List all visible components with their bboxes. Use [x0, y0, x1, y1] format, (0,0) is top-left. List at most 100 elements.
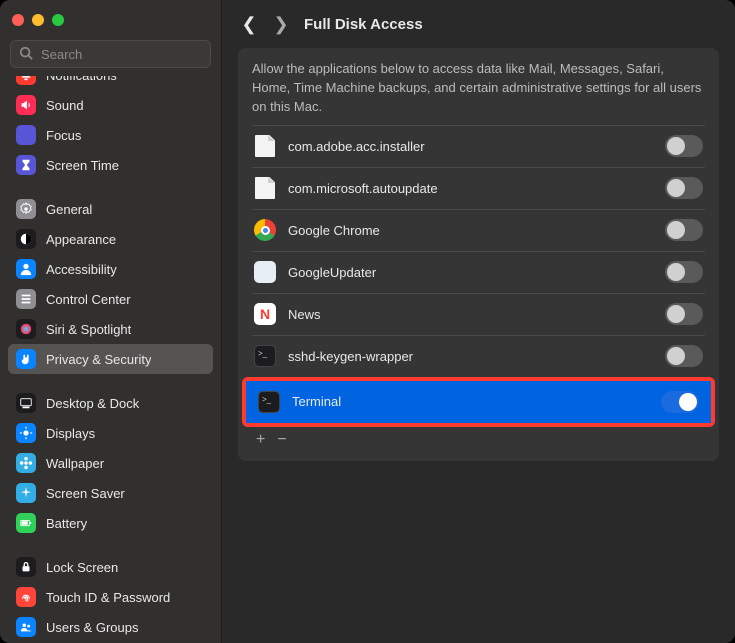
people-icon	[16, 617, 36, 637]
settings-window: Notifications Sound Focus Screen Time Genera…	[0, 0, 735, 643]
sliders-icon	[16, 289, 36, 309]
sidebar-item-battery[interactable]: Battery	[8, 508, 213, 538]
panel-description: Allow the applications below to access d…	[252, 60, 705, 125]
add-app-button[interactable]: +	[256, 431, 265, 449]
hand-icon	[16, 349, 36, 369]
sidebar-item-accessibility[interactable]: Accessibility	[8, 254, 213, 284]
sidebar-item-label: Control Center	[46, 292, 131, 307]
sidebar-item-siri[interactable]: Siri & Spotlight	[8, 314, 213, 344]
sidebar-item-label: Privacy & Security	[46, 352, 151, 367]
app-label: com.microsoft.autoupdate	[288, 181, 653, 196]
app-label: Terminal	[292, 394, 649, 409]
toggle-msupdate[interactable]	[665, 177, 703, 199]
app-row-news[interactable]: NNews	[252, 293, 705, 335]
app-label: com.adobe.acc.installer	[288, 139, 653, 154]
sidebar-item-label: Users & Groups	[46, 620, 138, 635]
sidebar-item-wallpaper[interactable]: Wallpaper	[8, 448, 213, 478]
gear-icon	[16, 199, 36, 219]
app-row-chrome[interactable]: Google Chrome	[252, 209, 705, 251]
sidebar-item-appearance[interactable]: Appearance	[8, 224, 213, 254]
sidebar-item-label: Sound	[46, 98, 84, 113]
window-close-button[interactable]	[12, 14, 24, 26]
nav-forward-button[interactable]: ❯	[272, 14, 290, 35]
sidebar-item-label: Focus	[46, 128, 81, 143]
sidebar-item-label: Displays	[46, 426, 95, 441]
toggle-chrome[interactable]	[665, 219, 703, 241]
app-row-terminal[interactable]: >_ Terminal	[246, 381, 711, 423]
app-label: sshd-keygen-wrapper	[288, 349, 653, 364]
toggle-gupdater[interactable]	[665, 261, 703, 283]
sidebar-separator	[8, 180, 213, 194]
sidebar-item-label: Screen Saver	[46, 486, 125, 501]
sidebar-separator	[8, 374, 213, 388]
sidebar-item-screentime[interactable]: Screen Time	[8, 150, 213, 180]
terminal-icon: >_	[258, 391, 280, 413]
lock-icon	[16, 557, 36, 577]
toggle-terminal[interactable]	[661, 391, 699, 413]
doc-icon	[254, 177, 276, 199]
sidebar-item-touchid[interactable]: Touch ID & Password	[8, 582, 213, 612]
hourglass-icon	[16, 155, 36, 175]
search-input[interactable]	[39, 46, 219, 63]
moon-icon	[16, 125, 36, 145]
app-row-sshd[interactable]: >_ sshd-keygen-wrapper	[252, 335, 705, 377]
sparkle-icon	[16, 483, 36, 503]
sidebar-item-lockscreen[interactable]: Lock Screen	[8, 552, 213, 582]
sidebar-item-label: Battery	[46, 516, 87, 531]
sidebar-item-screensaver[interactable]: Screen Saver	[8, 478, 213, 508]
nav-back-button[interactable]: ❮	[240, 14, 258, 35]
sidebar-item-label: Notifications	[46, 76, 117, 83]
toggle-adobe[interactable]	[665, 135, 703, 157]
app-label: Google Chrome	[288, 223, 653, 238]
sidebar-item-displays[interactable]: Displays	[8, 418, 213, 448]
sidebar-item-label: Screen Time	[46, 158, 119, 173]
sidebar-item-users[interactable]: Users & Groups	[8, 612, 213, 642]
app-label: News	[288, 307, 653, 322]
doc-icon	[254, 135, 276, 157]
sidebar-item-label: Desktop & Dock	[46, 396, 139, 411]
sidebar-item-label: Accessibility	[46, 262, 117, 277]
person-icon	[16, 259, 36, 279]
app-row-gupdater[interactable]: GoogleUpdater	[252, 251, 705, 293]
sidebar-item-general[interactable]: General	[8, 194, 213, 224]
sidebar-item-label: Wallpaper	[46, 456, 104, 471]
sidebar-separator	[8, 538, 213, 552]
sidebar-item-controlcenter[interactable]: Control Center	[8, 284, 213, 314]
sidebar-item-sound[interactable]: Sound	[8, 90, 213, 120]
toggle-sshd[interactable]	[665, 345, 703, 367]
header: ❮ ❯ Full Disk Access	[222, 0, 735, 48]
bell-icon	[16, 76, 36, 85]
sidebar-item-label: Siri & Spotlight	[46, 322, 131, 337]
remove-app-button[interactable]: −	[277, 431, 286, 449]
sidebar-item-focus[interactable]: Focus	[8, 120, 213, 150]
sidebar-item-label: Appearance	[46, 232, 116, 247]
page-title: Full Disk Access	[304, 16, 423, 33]
window-zoom-button[interactable]	[52, 14, 64, 26]
sun-icon	[16, 423, 36, 443]
sidebar-item-label: Lock Screen	[46, 560, 118, 575]
contrast-icon	[16, 229, 36, 249]
sidebar-item-desktop[interactable]: Desktop & Dock	[8, 388, 213, 418]
window-minimize-button[interactable]	[32, 14, 44, 26]
siri-icon	[16, 319, 36, 339]
window-titlebar	[0, 0, 221, 40]
chrome-icon	[254, 219, 276, 241]
toggle-news[interactable]	[665, 303, 703, 325]
sidebar: Notifications Sound Focus Screen Time Genera…	[0, 0, 222, 643]
sidebar-item-privacy[interactable]: Privacy & Security	[8, 344, 213, 374]
speaker-icon	[16, 95, 36, 115]
sidebar-item-label: General	[46, 202, 92, 217]
sidebar-item-notifications[interactable]: Notifications	[8, 76, 213, 90]
search-field-wrap[interactable]	[10, 40, 211, 68]
fingerprint-icon	[16, 587, 36, 607]
app-row-msupdate[interactable]: com.microsoft.autoupdate	[252, 167, 705, 209]
search-icon	[19, 46, 33, 63]
app-row-adobe[interactable]: com.adobe.acc.installer	[252, 125, 705, 167]
sidebar-list: Notifications Sound Focus Screen Time Genera…	[0, 76, 221, 643]
battery-icon	[16, 513, 36, 533]
full-disk-access-panel: Allow the applications below to access d…	[238, 48, 719, 461]
dock-icon	[16, 393, 36, 413]
panel-footer: + −	[252, 423, 705, 449]
terminal-icon: >_	[254, 345, 276, 367]
highlighted-row: >_ Terminal	[242, 377, 715, 427]
